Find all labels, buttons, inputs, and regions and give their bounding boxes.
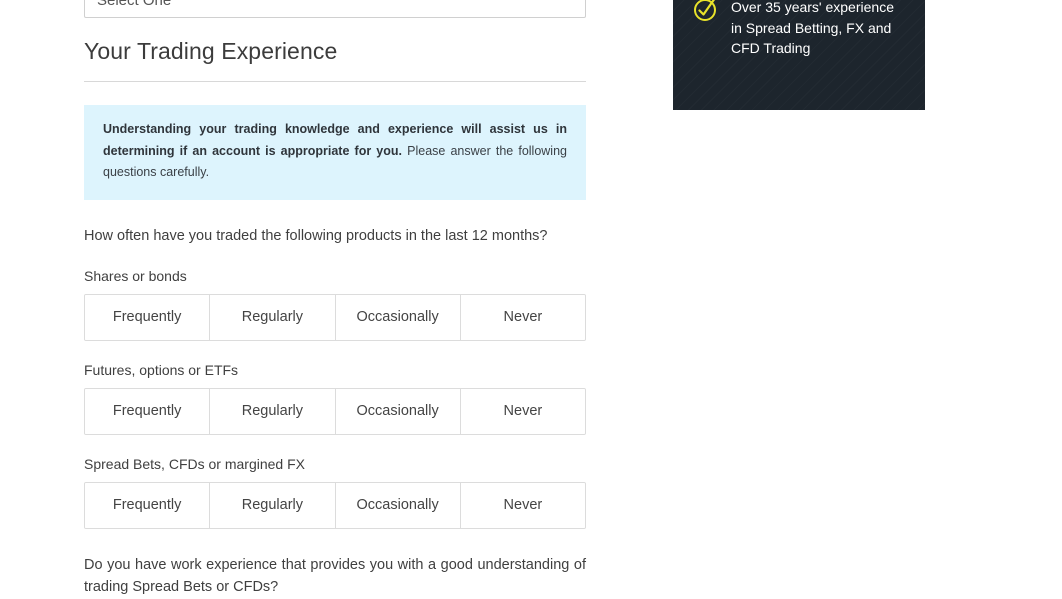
product-label-spread-bets-cfds-fx: Spread Bets, CFDs or margined FX — [84, 455, 305, 472]
option-frequently[interactable]: Frequently — [85, 294, 211, 340]
frequency-group-shares-or-bonds: Frequently Regularly Occasionally Never — [84, 293, 586, 341]
check-circle-icon — [694, 0, 716, 21]
frequency-group-futures-options-etfs: Frequently Regularly Occasionally Never — [84, 387, 586, 435]
option-never[interactable]: Never — [460, 388, 585, 434]
product-label-futures-options-etfs: Futures, options or ETFs — [84, 361, 239, 378]
work-experience-question: Do you have work experience that provide… — [84, 556, 586, 596]
option-frequently[interactable]: Frequently — [85, 388, 211, 434]
option-regularly[interactable]: Regularly — [210, 388, 336, 434]
registration-form: Select One Your Trading Experience Under… — [84, 0, 586, 599]
option-frequently[interactable]: Frequently — [85, 482, 211, 528]
title-divider — [84, 81, 586, 82]
promo-panel: Authority (FCA) Over 35 years' experienc… — [673, 0, 925, 110]
select-one-dropdown[interactable]: Select One — [84, 0, 586, 18]
promo-item-text: Over 35 years' experience in Spread Bett… — [731, 0, 894, 57]
option-regularly[interactable]: Regularly — [210, 294, 336, 340]
info-callout: Understanding your trading knowledge and… — [84, 105, 586, 200]
page-title: Your Trading Experience — [84, 38, 338, 64]
option-never[interactable]: Never — [460, 294, 585, 340]
frequency-question: How often have you traded the following … — [84, 227, 548, 244]
frequency-group-spread-bets-cfds-fx: Frequently Regularly Occasionally Never — [84, 481, 586, 529]
product-label-shares-or-bonds: Shares or bonds — [84, 267, 187, 284]
select-one-value: Select One — [97, 0, 172, 9]
promo-item: Over 35 years' experience in Spread Bett… — [693, 0, 905, 59]
option-occasionally[interactable]: Occasionally — [335, 388, 461, 434]
option-occasionally[interactable]: Occasionally — [335, 294, 461, 340]
option-regularly[interactable]: Regularly — [210, 482, 336, 528]
option-occasionally[interactable]: Occasionally — [335, 482, 461, 528]
option-never[interactable]: Never — [460, 482, 585, 528]
